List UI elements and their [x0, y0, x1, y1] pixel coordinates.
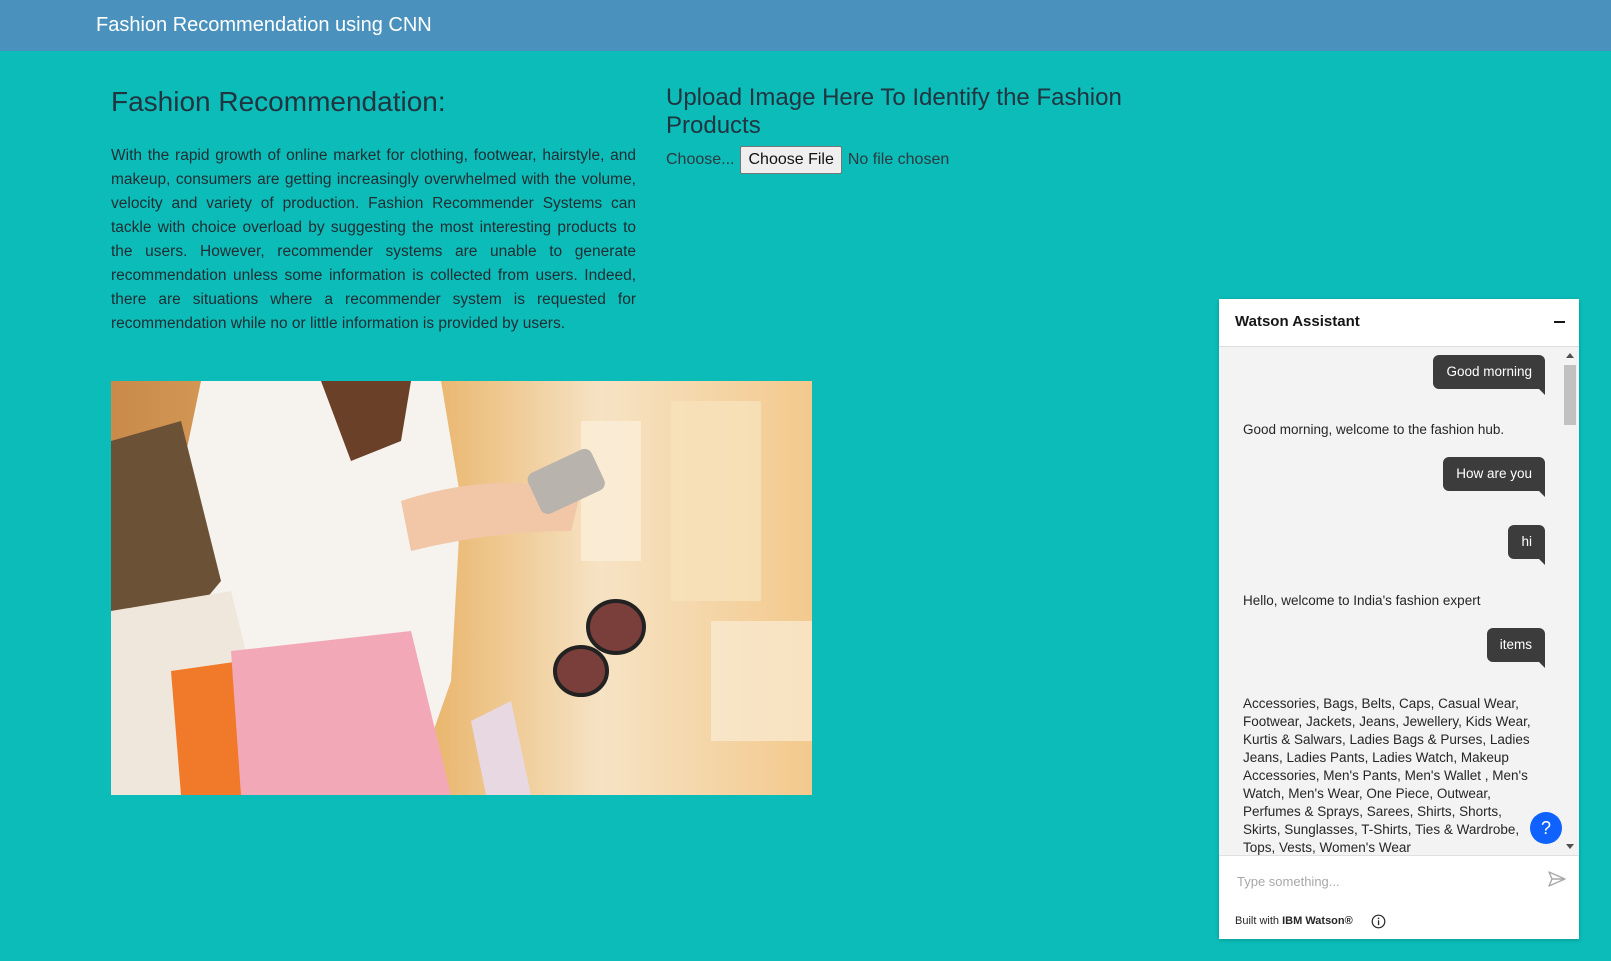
user-message: hi	[1508, 525, 1545, 565]
user-message: items	[1486, 628, 1546, 668]
chat-messages[interactable]: Good morning Good morning, welcome to th…	[1219, 347, 1561, 855]
help-button[interactable]: ?	[1530, 812, 1562, 844]
intro-paragraph: With the rapid growth of online market f…	[111, 147, 636, 332]
chat-scrollbar[interactable]	[1561, 347, 1579, 855]
user-message: How are you	[1443, 457, 1545, 497]
page-title: Fashion Recommendation:	[111, 86, 446, 117]
file-input-row: Choose... Choose File No file chosen	[666, 146, 1166, 174]
navbar: Fashion Recommendation using CNN	[0, 0, 1611, 51]
intro-section: Fashion Recommendation: With the rapid g…	[111, 82, 636, 352]
built-with-text: Built with IBM Watson®	[1235, 915, 1353, 927]
file-status: No file chosen	[847, 151, 950, 168]
choose-file-button[interactable]: Choose File	[740, 146, 842, 174]
send-icon[interactable]	[1547, 869, 1567, 894]
chat-footer: Built with IBM Watson®	[1219, 904, 1579, 939]
upload-section: Upload Image Here To Identify the Fashio…	[666, 84, 1166, 174]
chat-input[interactable]	[1235, 869, 1529, 893]
upload-title: Upload Image Here To Identify the Fashio…	[666, 84, 1122, 139]
bot-message: Hello, welcome to India's fashion expert	[1243, 593, 1481, 608]
user-message: Good morning	[1433, 355, 1545, 395]
scroll-up-icon[interactable]	[1566, 353, 1574, 358]
bot-message: Accessories, Bags, Belts, Caps, Casual W…	[1243, 696, 1531, 855]
ibm-watson-brand: IBM Watson®	[1282, 915, 1353, 927]
info-icon[interactable]	[1371, 914, 1386, 932]
chat-input-row	[1219, 855, 1579, 905]
brand-title[interactable]: Fashion Recommendation using CNN	[96, 13, 432, 37]
scroll-down-icon[interactable]	[1566, 844, 1574, 849]
minimize-icon[interactable]	[1554, 321, 1565, 323]
chat-header: Watson Assistant	[1219, 299, 1579, 347]
bot-message: Good morning, welcome to the fashion hub…	[1243, 422, 1505, 437]
choose-label: Choose...	[666, 151, 735, 168]
hero-image	[111, 381, 812, 795]
chat-title: Watson Assistant	[1235, 313, 1360, 330]
scroll-thumb[interactable]	[1564, 365, 1576, 425]
shopping-woman-photo	[111, 381, 812, 795]
watson-assistant-widget: Watson Assistant Good morning Good morni…	[1219, 299, 1579, 939]
